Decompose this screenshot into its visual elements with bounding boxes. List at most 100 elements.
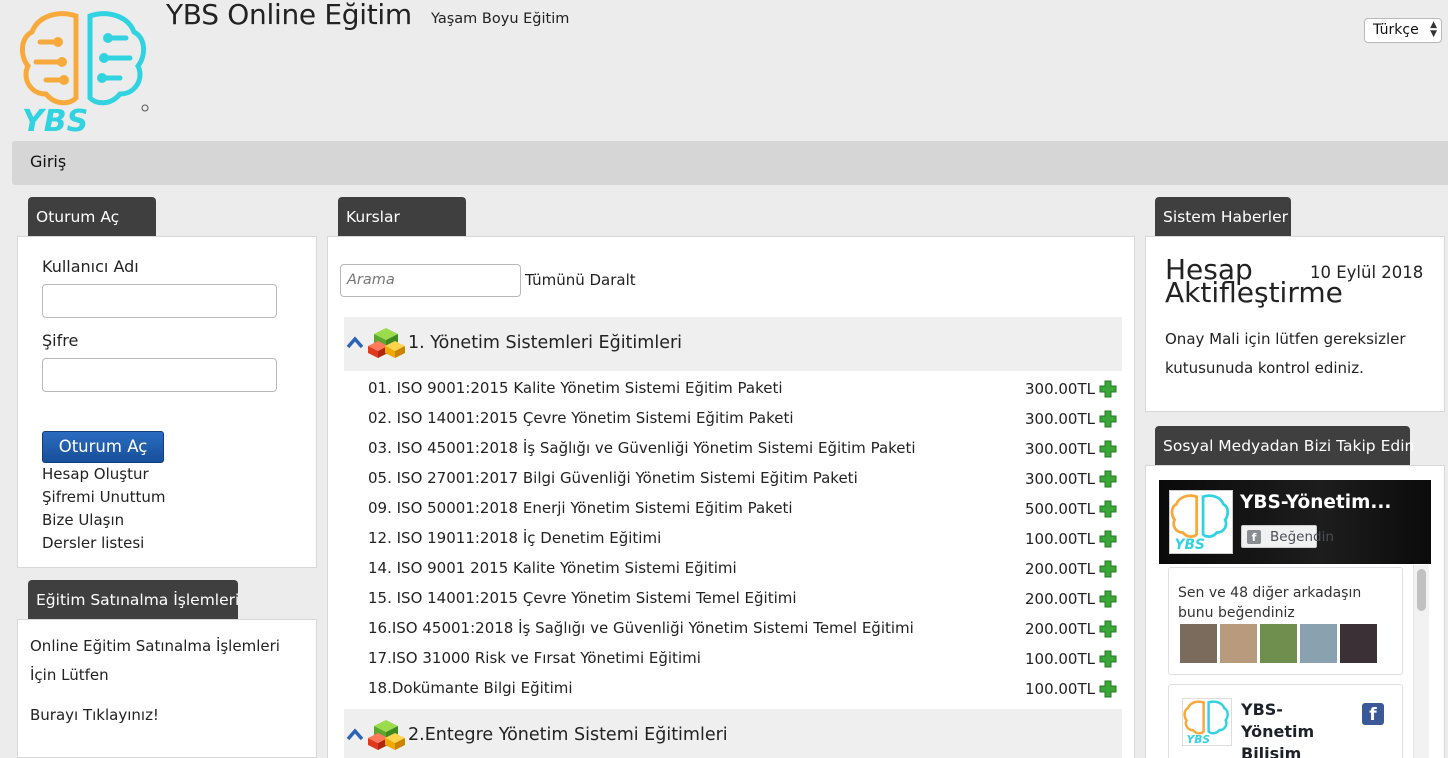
course-price: 300.00TL (1024, 380, 1095, 398)
friend-avatar[interactable] (1340, 624, 1377, 663)
main-nav: Giriş (12, 141, 1448, 185)
purchase-text: Online Eğitim Satınalma İşlemleri İçin L… (30, 637, 280, 684)
cubes-icon (368, 328, 405, 358)
course-search-input[interactable]: Arama (340, 264, 521, 297)
course-row[interactable]: 14. ISO 9001 2015 Kalite Yönetim Sistemi… (368, 552, 1120, 582)
add-to-cart-icon[interactable] (1099, 560, 1117, 578)
facebook-page-name[interactable]: YBS-Yönetim... (1240, 492, 1391, 513)
course-price: 300.00TL (1024, 440, 1095, 458)
language-select[interactable]: Türkçe ▲ ▼ (1364, 18, 1442, 43)
course-name[interactable]: 05. ISO 27001:2017 Bilgi Güvenliği Yönet… (368, 469, 858, 487)
purchase-link[interactable]: Burayı Tıklayınız! (30, 701, 159, 730)
course-name[interactable]: 09. ISO 50001:2018 Enerji Yönetim Sistem… (368, 499, 793, 517)
course-row[interactable]: 17.ISO 31000 Risk ve Fırsat Yönetimi Eği… (368, 642, 1120, 672)
add-to-cart-icon[interactable] (1099, 590, 1117, 608)
news-title: Hesap Aktifleştirme (1165, 253, 1343, 309)
chevron-up-icon[interactable] (346, 727, 364, 741)
course-price: 100.00TL (1024, 680, 1095, 698)
course-price: 200.00TL (1024, 590, 1095, 608)
add-to-cart-icon[interactable] (1099, 380, 1117, 398)
password-label: Şifre (42, 331, 79, 350)
course-price: 300.00TL (1024, 470, 1095, 488)
page-card-logo[interactable]: YBS (1182, 698, 1232, 746)
friend-avatar[interactable] (1300, 624, 1337, 663)
username-input[interactable] (42, 284, 277, 318)
courses-panel-header: Kurslar (338, 197, 466, 237)
course-name[interactable]: 16.ISO 45001:2018 İş Sağlığı ve Güvenliğ… (368, 619, 914, 637)
nav-item-login[interactable]: Giriş (30, 152, 66, 171)
site-title[interactable]: YBS Online Eğitim (166, 0, 412, 31)
course-name[interactable]: 15. ISO 14001:2015 Çevre Yönetim Sistemi… (368, 589, 797, 607)
site-subtitle: Yaşam Boyu Eğitim (431, 11, 570, 27)
purchase-panel-header: Eğitim Satınalma İşlemleri (28, 580, 239, 620)
collapse-all-link[interactable]: Tümünü Daralt (525, 271, 636, 289)
course-price: 200.00TL (1024, 620, 1095, 638)
course-row[interactable]: 12. ISO 19011:2018 İç Denetim Eğitimi 10… (368, 522, 1120, 552)
login-button[interactable]: Oturum Aç (42, 431, 164, 463)
page-card-name[interactable]: YBS-Yönetim Bilişim Sistemleri (1241, 699, 1351, 758)
username-label: Kullanıcı Adı (42, 257, 139, 276)
facebook-icon[interactable]: f (1362, 703, 1384, 725)
login-panel-header: Oturum Aç (28, 197, 156, 237)
course-price: 100.00TL (1024, 530, 1095, 548)
add-to-cart-icon[interactable] (1099, 440, 1117, 458)
add-to-cart-icon[interactable] (1099, 410, 1117, 428)
social-panel-header: Sosyal Medyadan Bizi Takip Edin (1155, 426, 1414, 466)
facebook-like-button[interactable]: f Beğendin (1241, 525, 1334, 548)
news-panel-header: Sistem Haberler (1155, 197, 1291, 237)
language-select-value: Türkçe (1373, 22, 1419, 38)
course-row[interactable]: 16.ISO 45001:2018 İş Sağlığı ve Güvenliğ… (368, 612, 1120, 642)
course-name[interactable]: 12. ISO 19011:2018 İç Denetim Eğitimi (368, 529, 661, 547)
site-logo[interactable]: YBS (18, 8, 153, 139)
course-row[interactable]: 02. ISO 14001:2015 Çevre Yönetim Sistemi… (368, 402, 1120, 432)
course-name[interactable]: 01. ISO 9001:2015 Kalite Yönetim Sistemi… (368, 379, 783, 397)
svg-text:YBS: YBS (22, 104, 88, 134)
password-input[interactable] (42, 358, 277, 392)
like-label: Beğendin (1270, 529, 1334, 545)
category-name[interactable]: 2.Entegre Yönetim Sistemi Eğitimleri (408, 725, 728, 745)
news-date: 10 Eylül 2018 (1310, 263, 1424, 282)
add-to-cart-icon[interactable] (1099, 680, 1117, 698)
page-logo-thumbnail[interactable]: YBS (1169, 490, 1233, 554)
course-row[interactable]: 03. ISO 45001:2018 İş Sağlığı ve Güvenli… (368, 432, 1120, 462)
course-price: 300.00TL (1024, 410, 1095, 428)
course-row[interactable]: 15. ISO 14001:2015 Çevre Yönetim Sistemi… (368, 582, 1120, 612)
add-to-cart-icon[interactable] (1099, 530, 1117, 548)
course-name[interactable]: 14. ISO 9001 2015 Kalite Yönetim Sistemi… (368, 559, 737, 577)
course-price: 500.00TL (1024, 500, 1095, 518)
category-header[interactable]: 2.Entegre Yönetim Sistemi Eğitimleri (344, 709, 1122, 758)
friend-avatar[interactable] (1220, 624, 1257, 663)
add-to-cart-icon[interactable] (1099, 500, 1117, 518)
cubes-icon (368, 720, 405, 750)
contact-link[interactable]: Bize Ulaşın (42, 511, 124, 529)
scrollbar-thumb[interactable] (1417, 569, 1426, 611)
course-name[interactable]: 17.ISO 31000 Risk ve Fırsat Yönetimi Eği… (368, 649, 701, 667)
course-row[interactable]: 01. ISO 9001:2015 Kalite Yönetim Sistemi… (368, 372, 1120, 402)
course-row[interactable]: 09. ISO 50001:2018 Enerji Yönetim Sistem… (368, 492, 1120, 522)
friend-avatar[interactable] (1260, 624, 1297, 663)
select-arrows-icon: ▲ ▼ (1430, 20, 1437, 39)
chevron-up-icon[interactable] (346, 335, 364, 349)
friend-avatar[interactable] (1180, 624, 1217, 663)
category-name[interactable]: 1. Yönetim Sistemleri Eğitimleri (408, 333, 682, 353)
course-row[interactable]: 18.Dokümante Bilgi Eğitimi 100.00TL (368, 672, 1120, 702)
forgot-password-link[interactable]: Şifremi Unuttum (42, 488, 165, 506)
course-name[interactable]: 02. ISO 14001:2015 Çevre Yönetim Sistemi… (368, 409, 794, 427)
facebook-scrollbar[interactable] (1413, 565, 1429, 758)
add-to-cart-icon[interactable] (1099, 470, 1117, 488)
news-body: Onay Mali için lütfen gereksizler kutusu… (1165, 330, 1406, 377)
friends-like-text: Sen ve 48 diğer arkadaşın bunu beğendini… (1178, 585, 1362, 621)
course-price: 100.00TL (1024, 650, 1095, 668)
course-name[interactable]: 18.Dokümante Bilgi Eğitimi (368, 679, 573, 697)
add-to-cart-icon[interactable] (1099, 650, 1117, 668)
course-name[interactable]: 03. ISO 45001:2018 İş Sağlığı ve Güvenli… (368, 439, 916, 457)
svg-text:YBS: YBS (1187, 733, 1211, 745)
svg-text:YBS: YBS (1175, 537, 1205, 553)
course-list-link[interactable]: Dersler listesi (42, 534, 144, 552)
facebook-icon: f (1247, 530, 1261, 544)
category-header[interactable]: 1. Yönetim Sistemleri Eğitimleri (344, 317, 1122, 371)
create-account-link[interactable]: Hesap Oluştur (42, 465, 149, 483)
course-price: 200.00TL (1024, 560, 1095, 578)
course-row[interactable]: 05. ISO 27001:2017 Bilgi Güvenliği Yönet… (368, 462, 1120, 492)
add-to-cart-icon[interactable] (1099, 620, 1117, 638)
